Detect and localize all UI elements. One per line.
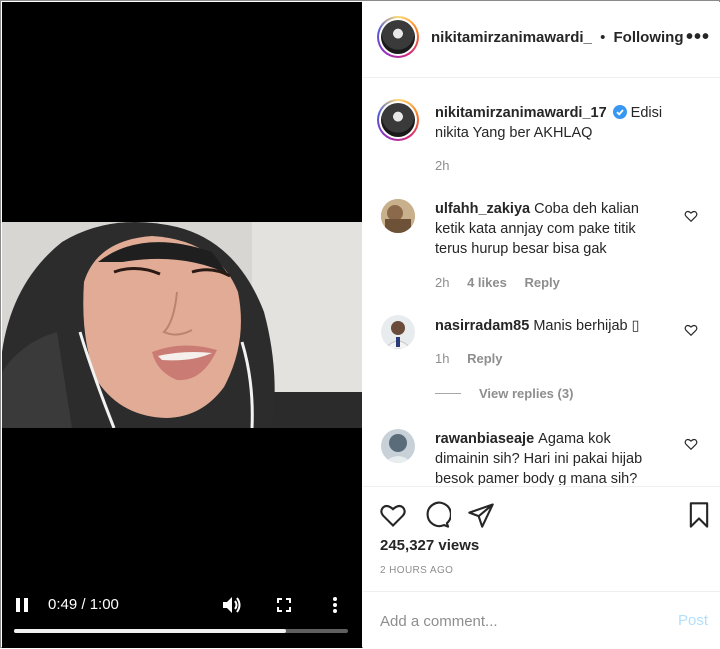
view-count[interactable]: 245,327 views (380, 537, 479, 554)
pause-icon[interactable] (12, 595, 32, 615)
comment-meta: 2h 4 likes Reply (435, 275, 574, 290)
comment-text: Coba deh kalian (534, 201, 639, 217)
post-header: nikitamirzanimawardi_ • Following ••• (363, 2, 720, 78)
comment-time[interactable]: 2h (435, 275, 449, 290)
comment-icon[interactable] (423, 501, 451, 529)
caption-meta: 2h (435, 158, 463, 173)
caption-time[interactable]: 2h (435, 158, 449, 173)
comment-time[interactable]: 1h (435, 351, 449, 366)
comment-text: besok pamer body g mana sih? (435, 471, 638, 485)
caption-text-1: Edisi (630, 105, 663, 121)
header-user-line: nikitamirzanimawardi_ • Following (431, 29, 684, 46)
view-replies-line (435, 393, 461, 394)
comment-like-icon[interactable] (684, 209, 698, 223)
verified-badge-icon (612, 105, 627, 119)
post-side-panel: nikitamirzanimawardi_ • Following ••• ni… (363, 2, 720, 648)
comment-3: rawanbiaseaje Agama kok dimainin sih? Har… (435, 429, 705, 485)
following-button[interactable]: Following (614, 29, 684, 46)
view-replies-button[interactable]: View replies (3) (479, 386, 573, 401)
author-avatar[interactable] (377, 16, 419, 58)
comments-list: nikitamirzanimawardi_17 Edisi nikita Yang… (363, 79, 720, 485)
comment-meta: 1h Reply (435, 351, 517, 366)
video-controls: 0:49 / 1:00 (2, 578, 362, 648)
video-frame (2, 222, 362, 428)
separator-dot: • (600, 29, 606, 46)
comment-username[interactable]: nasirradam85 (435, 318, 529, 334)
caption-username[interactable]: nikitamirzanimawardi_17 (435, 105, 607, 121)
video-progress-bar[interactable] (14, 629, 348, 633)
comment-input[interactable] (380, 608, 650, 634)
post-timestamp[interactable]: 2 HOURS AGO (380, 565, 453, 576)
more-options-icon[interactable]: ••• (686, 26, 710, 49)
caption-text-2: nikita Yang ber AKHLAQ (435, 125, 593, 141)
fullscreen-icon[interactable] (274, 595, 294, 615)
comment-text: terus hurup besar bisa gak (435, 241, 607, 257)
post-button[interactable]: Post (678, 612, 708, 629)
post-modal: 0:49 / 1:00 nikitamirzanimawardi_ • Foll… (0, 0, 720, 648)
comment-text: Manis berhijab ▯ (533, 318, 640, 334)
post-actions: 245,327 views 2 HOURS AGO Post (363, 486, 720, 648)
share-icon[interactable] (467, 501, 495, 529)
author-username[interactable]: nikitamirzanimawardi_ (431, 29, 592, 46)
comment-likes[interactable]: 4 likes (467, 275, 507, 290)
caption-avatar[interactable] (377, 99, 419, 141)
comment-2: nasirradam85 Manis berhijab ▯ (435, 316, 705, 336)
reply-button[interactable]: Reply (467, 351, 502, 366)
volume-icon[interactable] (220, 594, 244, 616)
comment-like-icon[interactable] (684, 437, 698, 451)
bookmark-icon[interactable] (685, 501, 713, 529)
comment-avatar[interactable] (381, 315, 415, 349)
comment-avatar[interactable] (381, 199, 415, 233)
video-progress-fill (14, 629, 287, 633)
caption: nikitamirzanimawardi_17 Edisi nikita Yang… (435, 103, 705, 143)
comment-text: Agama kok (538, 431, 611, 447)
comment-username[interactable]: rawanbiaseaje (435, 431, 534, 447)
reply-button[interactable]: Reply (524, 275, 559, 290)
comment-like-icon[interactable] (684, 323, 698, 337)
heart-icon[interactable] (379, 501, 407, 529)
comment-username[interactable]: ulfahh_zakiya (435, 201, 530, 217)
comment-text: dimainin sih? Hari ini pakai hijab (435, 451, 643, 467)
comment-avatar[interactable] (381, 429, 415, 463)
comment-1: ulfahh_zakiya Coba deh kalian ketik kata … (435, 199, 705, 259)
comment-composer: Post (363, 591, 720, 649)
kebab-menu-icon[interactable] (327, 594, 343, 616)
comment-text: ketik kata annjay com pake titik (435, 221, 636, 237)
video-time: 0:49 / 1:00 (48, 596, 119, 613)
video-player[interactable]: 0:49 / 1:00 (2, 2, 362, 648)
